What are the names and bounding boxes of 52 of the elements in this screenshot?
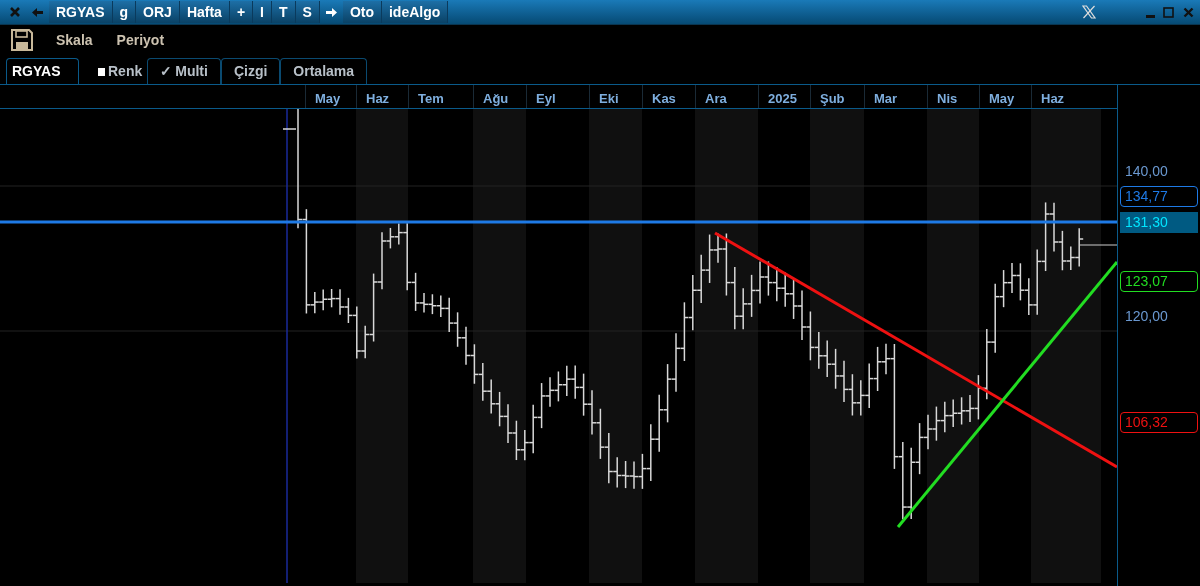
tab[interactable]: Çizgi <box>220 58 281 84</box>
right-arrow-icon[interactable] <box>324 6 338 18</box>
tab-label: Ortalama <box>293 62 355 81</box>
toolbar-button[interactable]: RGYAS <box>49 1 113 23</box>
month-label: May <box>979 85 1031 108</box>
tab-label: Çizgi <box>233 62 268 81</box>
left-arrow-icon[interactable] <box>31 6 44 18</box>
close-icon[interactable] <box>1183 6 1194 18</box>
tab-label: RGYAS <box>12 62 61 81</box>
toolbar-button[interactable]: Oto <box>342 1 382 23</box>
month-label: Ağu <box>473 85 526 108</box>
month-label: Kas <box>642 85 695 108</box>
axis-label: 140,00 <box>1125 162 1168 181</box>
toolbar-button[interactable]: S <box>295 1 320 23</box>
tab[interactable]: Ortalama <box>280 58 368 84</box>
month-label: Eki <box>589 85 642 108</box>
tab-label: Multi <box>175 62 208 81</box>
square-icon <box>98 67 105 76</box>
month-label: Nis <box>927 85 979 108</box>
tab[interactable]: RGYAS <box>6 58 79 84</box>
axis-label: 120,00 <box>1125 307 1168 326</box>
toolbar-button[interactable]: ORJ <box>136 1 180 23</box>
month-label: 2025 <box>758 85 810 108</box>
toolbar-button[interactable]: T <box>271 1 296 23</box>
last-price-line <box>1079 244 1117 246</box>
toolbar-button[interactable]: Hafta <box>179 1 230 23</box>
month-label: Eyl <box>526 85 589 108</box>
price-tag: 123,07 <box>1120 271 1198 292</box>
month-label: Mar <box>864 85 927 108</box>
tab-label: Renk <box>108 62 143 81</box>
close-icon[interactable] <box>9 6 21 18</box>
toolbar-button[interactable]: + <box>229 1 254 23</box>
menu-item[interactable]: Periyot <box>116 29 165 51</box>
price-tag: 134,77 <box>1120 186 1198 207</box>
price-tag: 106,32 <box>1120 412 1198 433</box>
month-label: Ara <box>695 85 758 108</box>
maximize-icon[interactable] <box>1163 6 1174 18</box>
minimize-icon[interactable] <box>1146 14 1155 18</box>
month-label: Haz <box>356 85 408 108</box>
save-icon[interactable] <box>10 28 34 52</box>
x-logo-icon[interactable] <box>1082 5 1096 19</box>
price-tag: 131,30 <box>1120 212 1198 233</box>
month-label: Şub <box>810 85 864 108</box>
toolbar-button[interactable]: g <box>112 1 137 23</box>
month-label: May <box>305 85 356 108</box>
toolbar-button[interactable]: ideAlgo <box>382 1 449 23</box>
month-label: Haz <box>1031 85 1101 108</box>
tab[interactable]: ✓ Multi <box>147 58 221 84</box>
checkmark: ✓ <box>160 62 173 81</box>
toolbar-button[interactable]: I <box>253 1 272 23</box>
month-label: Tem <box>408 85 473 108</box>
menu-item[interactable]: Skala <box>56 29 93 51</box>
